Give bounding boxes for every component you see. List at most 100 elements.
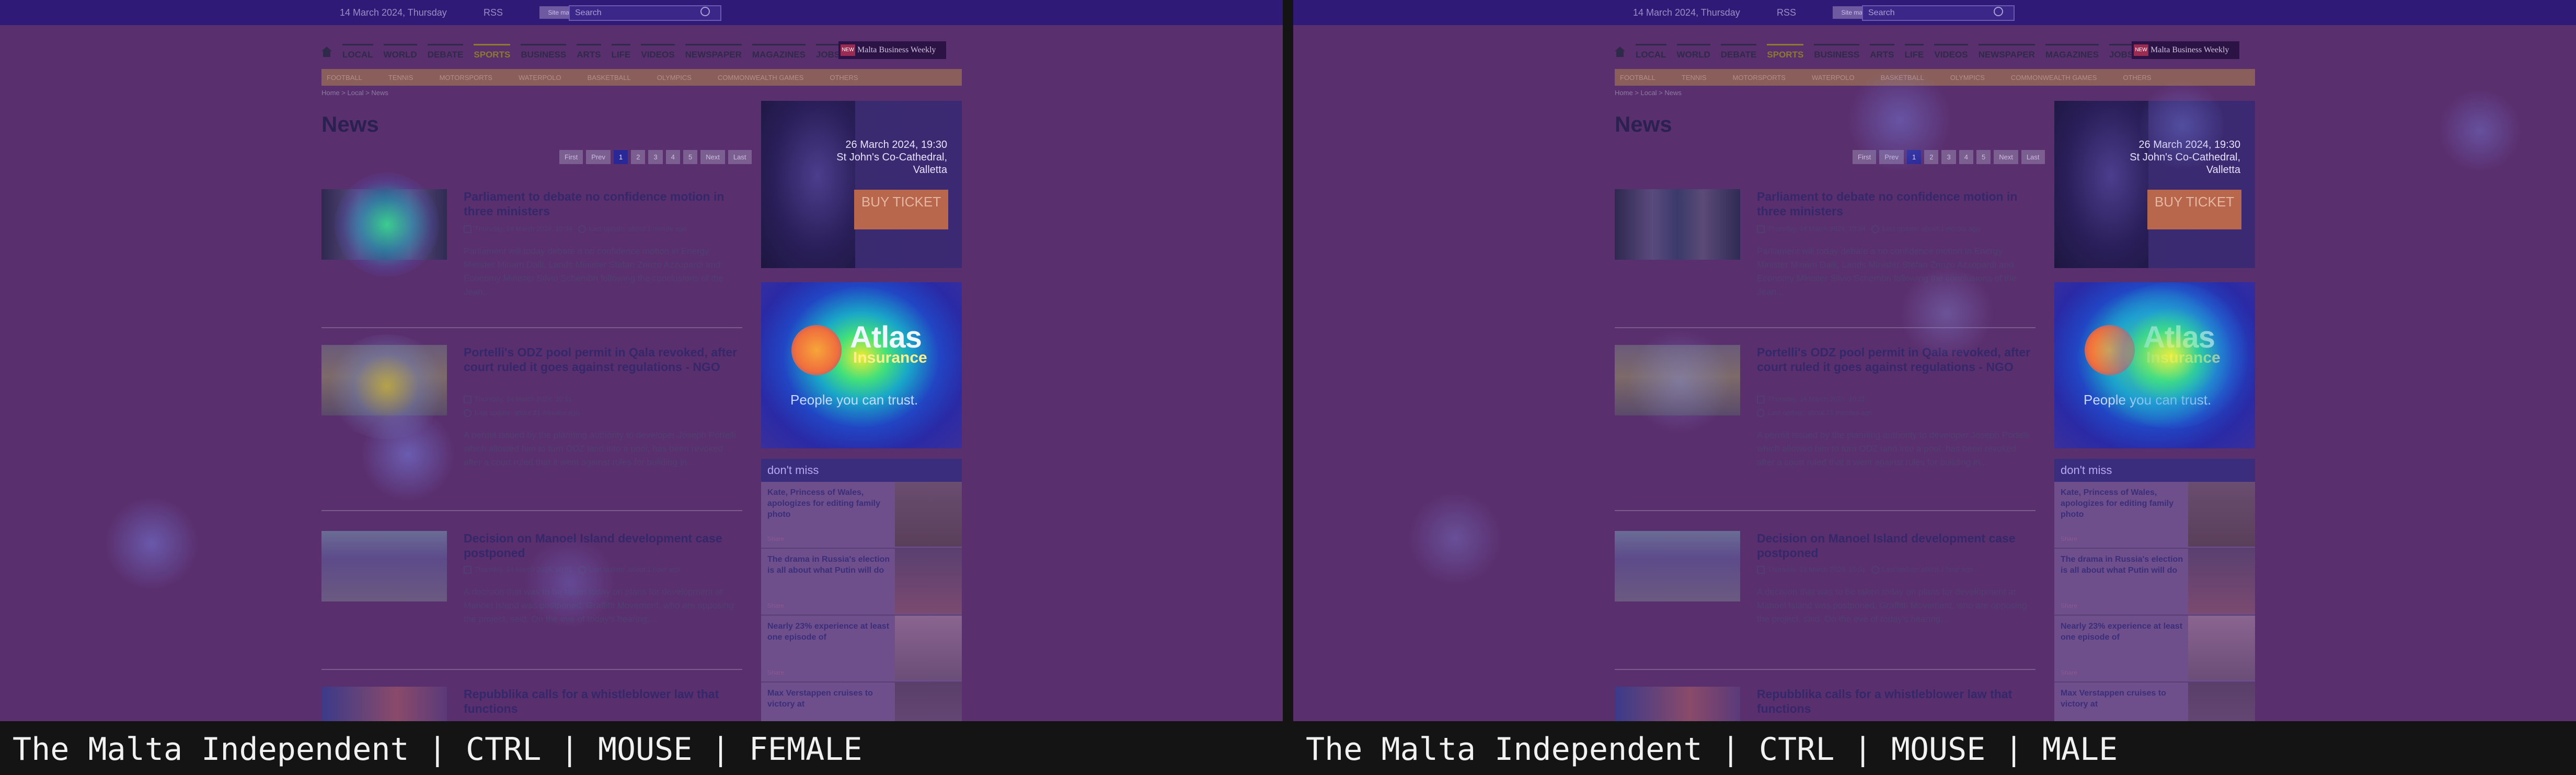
share-link[interactable]: Share: [767, 602, 784, 609]
malta-business-weekly-link[interactable]: NEW Malta Business Weekly: [2132, 41, 2239, 59]
subnav-football[interactable]: FOOTBALL: [327, 74, 362, 82]
list-item[interactable]: The drama in Russia's election is all ab…: [761, 549, 962, 616]
nav-debate[interactable]: DEBATE: [427, 43, 464, 60]
nav-debate[interactable]: DEBATE: [1720, 43, 1757, 60]
concert-ad[interactable]: 26 March 2024, 19:30 St John's Co-Cathedr…: [761, 101, 962, 268]
dont-miss-title[interactable]: Nearly 23% experience at least one episo…: [2061, 621, 2186, 643]
article-item[interactable]: Parliament to debate no confidence motio…: [1615, 189, 2036, 336]
dont-miss-thumbnail[interactable]: [2188, 683, 2255, 721]
nav-newspaper[interactable]: NEWSPAPER: [685, 43, 742, 60]
dont-miss-thumbnail[interactable]: [2188, 482, 2255, 547]
article-headline[interactable]: Parliament to debate no confidence motio…: [464, 189, 743, 218]
rss-link[interactable]: RSS: [484, 7, 503, 18]
dont-miss-title[interactable]: Max Verstappen cruises to victory at: [767, 688, 893, 710]
share-link[interactable]: Share: [767, 535, 784, 542]
list-item[interactable]: Nearly 23% experience at least one episo…: [2054, 616, 2255, 683]
article-thumbnail[interactable]: [321, 189, 447, 260]
article-thumbnail[interactable]: [321, 345, 447, 415]
list-item[interactable]: Max Verstappen cruises to victory at: [761, 683, 962, 721]
article-headline[interactable]: Repubblika calls for a whistleblower law…: [1757, 687, 2037, 716]
nav-magazines[interactable]: MAGAZINES: [752, 43, 806, 60]
breadcrumb[interactable]: Home > Local > News: [1615, 89, 1682, 97]
subnav-football[interactable]: FOOTBALL: [1620, 74, 1655, 82]
nav-business[interactable]: BUSINESS: [521, 43, 567, 60]
pager-page-4[interactable]: 4: [665, 150, 680, 164]
subnav-commonwealth[interactable]: COMMONWEALTH GAMES: [718, 74, 803, 82]
subnav-waterpolo[interactable]: WATERPOLO: [519, 74, 561, 82]
article-thumbnail[interactable]: [1615, 345, 1740, 415]
subnav-olympics[interactable]: OLYMPICS: [657, 74, 692, 82]
article-item[interactable]: Decision on Manoel Island development ca…: [1615, 531, 2036, 688]
nav-life[interactable]: LIFE: [611, 43, 631, 60]
subnav-motorsports[interactable]: MOTORSPORTS: [440, 74, 492, 82]
home-icon[interactable]: [321, 47, 332, 57]
concert-ad[interactable]: 26 March 2024, 19:30 St John's Co-Cathedr…: [2054, 101, 2255, 268]
subnav-commonwealth[interactable]: COMMONWEALTH GAMES: [2011, 74, 2097, 82]
nav-life[interactable]: LIFE: [1904, 43, 1924, 60]
pager-first[interactable]: First: [1853, 150, 1877, 164]
dont-miss-title[interactable]: Kate, Princess of Wales, apologizes for …: [767, 487, 893, 520]
article-thumbnail[interactable]: [1615, 189, 1740, 260]
pager-page-3[interactable]: 3: [1941, 150, 1956, 164]
pager-page-4[interactable]: 4: [1959, 150, 1973, 164]
nav-local[interactable]: LOCAL: [342, 43, 373, 60]
article-headline[interactable]: Decision on Manoel Island development ca…: [1757, 531, 2037, 560]
pager-page-2[interactable]: 2: [631, 150, 646, 164]
rss-link[interactable]: RSS: [1777, 7, 1796, 18]
dont-miss-thumbnail[interactable]: [2188, 616, 2255, 680]
search-icon[interactable]: [1994, 7, 2003, 16]
article-thumbnail[interactable]: [1615, 687, 1740, 721]
nav-videos[interactable]: VIDEOS: [641, 43, 675, 60]
dont-miss-thumbnail[interactable]: [895, 482, 962, 547]
dont-miss-title[interactable]: The drama in Russia's election is all ab…: [2061, 554, 2186, 576]
article-item[interactable]: Repubblika calls for a whistleblower law…: [321, 687, 742, 721]
pager-prev[interactable]: Prev: [586, 150, 611, 164]
nav-local[interactable]: LOCAL: [1636, 43, 1666, 60]
article-headline[interactable]: Decision on Manoel Island development ca…: [464, 531, 743, 560]
article-thumbnail[interactable]: [1615, 531, 1740, 602]
article-item[interactable]: Parliament to debate no confidence motio…: [321, 189, 742, 336]
nav-arts[interactable]: ARTS: [1870, 43, 1894, 60]
subnav-waterpolo[interactable]: WATERPOLO: [1812, 74, 1855, 82]
article-headline[interactable]: Portelli's ODZ pool permit in Qala revok…: [464, 345, 743, 374]
subnav-basketball[interactable]: BASKETBALL: [1881, 74, 1924, 82]
malta-business-weekly-link[interactable]: NEW Malta Business Weekly: [838, 41, 946, 59]
pager-page-3[interactable]: 3: [648, 150, 663, 164]
nav-business[interactable]: BUSINESS: [1814, 43, 1860, 60]
article-item[interactable]: Portelli's ODZ pool permit in Qala revok…: [321, 345, 742, 523]
subnav-others[interactable]: OTHERS: [2123, 74, 2151, 82]
nav-magazines[interactable]: MAGAZINES: [2045, 43, 2099, 60]
atlas-insurance-ad[interactable]: Atlas Insurance People you can trust.: [2054, 282, 2255, 448]
home-icon[interactable]: [1615, 47, 1625, 57]
nav-arts[interactable]: ARTS: [577, 43, 601, 60]
pager-next[interactable]: Next: [1994, 150, 2018, 164]
article-thumbnail[interactable]: [321, 531, 447, 602]
search-input[interactable]: Search: [569, 5, 721, 21]
list-item[interactable]: Nearly 23% experience at least one episo…: [761, 616, 962, 683]
share-link[interactable]: Share: [2061, 535, 2077, 542]
subnav-olympics[interactable]: OLYMPICS: [1950, 74, 1985, 82]
pager-prev[interactable]: Prev: [1879, 150, 1904, 164]
dont-miss-thumbnail[interactable]: [895, 683, 962, 721]
search-input[interactable]: Search: [1862, 5, 2015, 21]
nav-newspaper[interactable]: NEWSPAPER: [1978, 43, 2035, 60]
breadcrumb[interactable]: Home > Local > News: [321, 89, 388, 97]
nav-world[interactable]: WORLD: [1676, 43, 1710, 60]
article-item[interactable]: Repubblika calls for a whistleblower law…: [1615, 687, 2036, 721]
dont-miss-thumbnail[interactable]: [895, 616, 962, 680]
list-item[interactable]: The drama in Russia's election is all ab…: [2054, 549, 2255, 616]
dont-miss-title[interactable]: Kate, Princess of Wales, apologizes for …: [2061, 487, 2186, 520]
subnav-motorsports[interactable]: MOTORSPORTS: [1733, 74, 1786, 82]
dont-miss-thumbnail[interactable]: [895, 549, 962, 614]
subnav-tennis[interactable]: TENNIS: [1682, 74, 1707, 82]
share-link[interactable]: Share: [767, 669, 784, 676]
article-headline[interactable]: Portelli's ODZ pool permit in Qala revok…: [1757, 345, 2037, 374]
subnav-tennis[interactable]: TENNIS: [388, 74, 413, 82]
atlas-insurance-ad[interactable]: Atlas Insurance People you can trust.: [761, 282, 962, 448]
search-icon[interactable]: [700, 7, 710, 16]
pager-page-5[interactable]: 5: [683, 150, 698, 164]
article-item[interactable]: Portelli's ODZ pool permit in Qala revok…: [1615, 345, 2036, 523]
article-headline[interactable]: Parliament to debate no confidence motio…: [1757, 189, 2037, 218]
subnav-others[interactable]: OTHERS: [830, 74, 858, 82]
nav-videos[interactable]: VIDEOS: [1934, 43, 1968, 60]
